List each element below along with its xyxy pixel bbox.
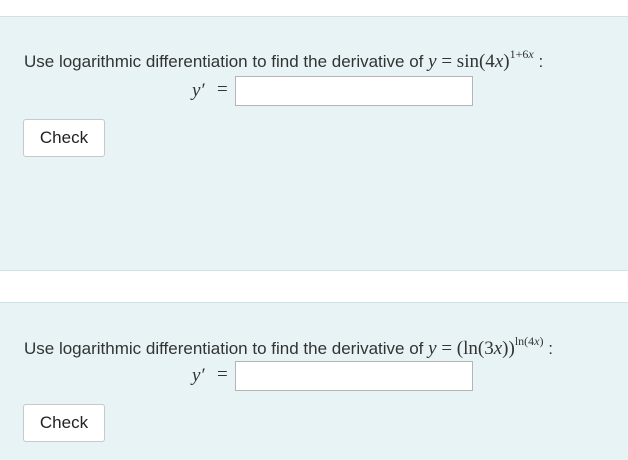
exponent-function: ln(4 (514, 334, 535, 348)
math-expression: y = (ln(3x))ln(4x) (428, 334, 548, 359)
math-lhs: y (428, 51, 437, 72)
answer-equals: = (217, 364, 228, 385)
prompt-suffix: : (538, 52, 544, 71)
exponent-close-paren: ) (539, 334, 544, 348)
exponent-variable: x (528, 47, 534, 61)
math-close-paren: )) (502, 338, 515, 359)
question-prompt: Use logarithmic differentiation to find … (24, 330, 553, 360)
math-exponent: 1+6x (510, 47, 534, 61)
math-function: (ln(3 (456, 338, 494, 359)
prompt-text: Use logarithmic differentiation to find … (24, 339, 424, 358)
math-equals: = (441, 51, 453, 72)
math-lhs: y (428, 338, 437, 359)
exponent-constant: 1+6 (509, 47, 529, 61)
answer-label: y′ (192, 365, 205, 386)
answer-input[interactable] (235, 76, 473, 106)
check-button[interactable]: Check (23, 404, 105, 442)
answer-row: y′ = (0, 361, 628, 393)
question-prompt: Use logarithmic differentiation to find … (24, 43, 543, 73)
answer-row: y′ = (0, 76, 628, 108)
math-function: sin (456, 51, 479, 72)
math-exponent: ln(4x) (515, 334, 544, 348)
answer-label: y′ (192, 80, 205, 101)
question-card-1: Use logarithmic differentiation to find … (0, 16, 628, 271)
answer-equals: = (217, 79, 228, 100)
answer-input[interactable] (235, 361, 473, 391)
math-expression: y = sin(4x)1+6x (428, 47, 538, 72)
math-variable: x (493, 338, 503, 359)
prompt-suffix: : (548, 339, 553, 358)
math-variable: x (494, 51, 504, 72)
prompt-text: Use logarithmic differentiation to find … (24, 52, 424, 71)
check-button[interactable]: Check (23, 119, 105, 157)
math-argument: (4 (478, 51, 495, 72)
question-card-2: Use logarithmic differentiation to find … (0, 302, 628, 460)
math-equals: = (441, 338, 453, 359)
